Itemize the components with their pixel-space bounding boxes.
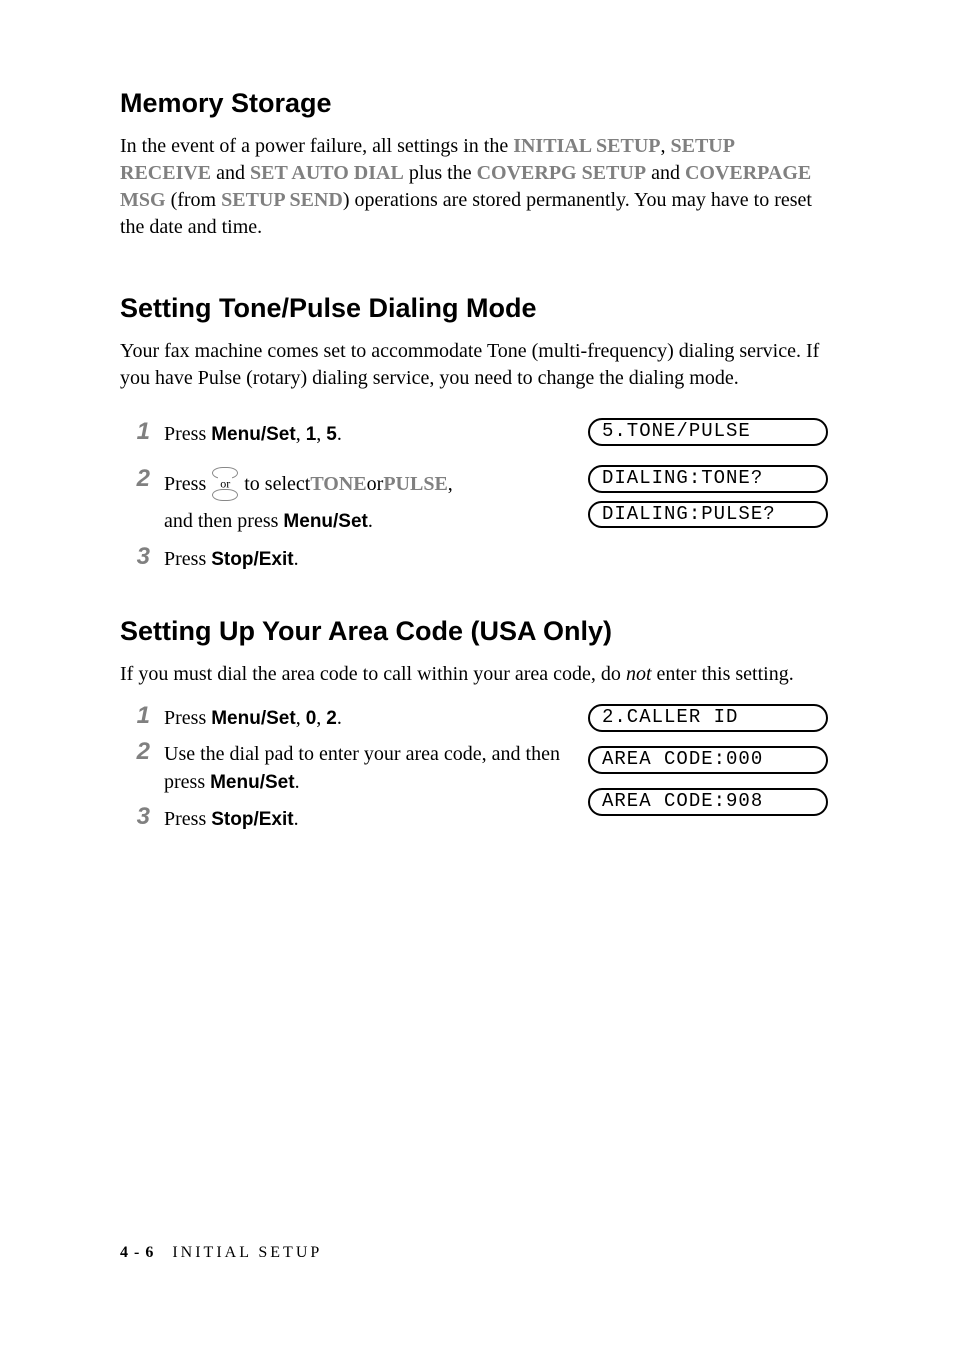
text: to select (244, 470, 310, 498)
text: Press (164, 707, 211, 729)
step-row-3: 3 Press Stop/Exit. (120, 543, 828, 574)
text-italic-not: not (626, 663, 652, 685)
step-number: 2 (120, 465, 150, 536)
text: , (448, 470, 453, 498)
step-number: 1 (120, 702, 150, 731)
text: , (660, 135, 670, 157)
key-0: 0 (306, 708, 317, 729)
step-number: 3 (120, 803, 150, 832)
key-5: 5 (326, 424, 337, 445)
text: . (368, 510, 373, 532)
keyword-tone: TONE (310, 470, 366, 498)
key-2: 2 (326, 708, 337, 729)
step-text: Press Menu/Set, 1, 5. (164, 418, 572, 449)
up-down-or-icon: or (210, 467, 240, 501)
key-menu-set: Menu/Set (211, 708, 295, 729)
lcd-display: 5.TONE/PULSE (588, 418, 828, 446)
keyword-setup-send: SETUP SEND (221, 189, 343, 211)
step-row-2: 2 Press or to select TONE or PULSE, and … (120, 465, 828, 536)
text: . (295, 771, 300, 793)
text: In the event of a power failure, all set… (120, 135, 513, 157)
step-number: 3 (120, 543, 150, 572)
text: , (316, 707, 326, 729)
key-menu-set: Menu/Set (283, 511, 367, 532)
key-menu-set: Menu/Set (210, 772, 294, 793)
page-content: Memory Storage In the event of a power f… (120, 88, 828, 844)
text: , (296, 423, 306, 445)
text: Press (164, 548, 211, 570)
area-code-steps-block: 1 Press Menu/Set, 0, 2. 2 Use the dial p… (120, 702, 828, 844)
text: If you must dial the area code to call w… (120, 663, 626, 685)
lcd-display: 2.CALLER ID (588, 704, 828, 732)
step-number: 2 (120, 738, 150, 767)
paragraph-memory: In the event of a power failure, all set… (120, 133, 828, 241)
paragraph-area-code: If you must dial the area code to call w… (120, 661, 828, 688)
text: Press (164, 470, 206, 498)
step-text: Use the dial pad to enter your area code… (164, 738, 572, 797)
lcd-display: AREA CODE:908 (588, 788, 828, 816)
paragraph-tone-pulse: Your fax machine comes set to accommodat… (120, 338, 828, 392)
step-number: 1 (120, 418, 150, 449)
chapter-title: INITIAL SETUP (172, 1244, 322, 1261)
text: and (646, 162, 685, 184)
keyword-coverpg-setup: COVERPG SETUP (477, 162, 646, 184)
heading-area-code: Setting Up Your Area Code (USA Only) (120, 616, 828, 647)
keyword-set-auto-dial: SET AUTO DIAL (250, 162, 404, 184)
step-row-2: 2 Use the dial pad to enter your area co… (120, 738, 572, 797)
key-stop-exit: Stop/Exit (211, 809, 293, 830)
step-row-1: 1 Press Menu/Set, 1, 5. 5.TONE/PULSE (120, 418, 828, 449)
lcd-display: DIALING:PULSE? (588, 501, 828, 529)
step-text: Press Stop/Exit. (164, 803, 572, 834)
step-row-3: 3 Press Stop/Exit. (120, 803, 572, 834)
heading-memory-storage: Memory Storage (120, 88, 828, 119)
heading-tone-pulse: Setting Tone/Pulse Dialing Mode (120, 293, 828, 324)
text: , (296, 707, 306, 729)
key-stop-exit: Stop/Exit (211, 549, 293, 570)
text: and then press (164, 510, 283, 532)
text: , (316, 423, 326, 445)
key-menu-set: Menu/Set (211, 424, 295, 445)
step-text: Press Menu/Set, 0, 2. (164, 702, 572, 733)
text: or (367, 470, 384, 498)
text: . (337, 707, 342, 729)
lcd-display: AREA CODE:000 (588, 746, 828, 774)
keyword-initial-setup: INITIAL SETUP (513, 135, 660, 157)
step-text: Press Stop/Exit. (164, 543, 828, 574)
text: Press (164, 423, 211, 445)
lcd-display: DIALING:TONE? (588, 465, 828, 493)
text: . (294, 808, 299, 830)
text: . (294, 548, 299, 570)
key-1: 1 (306, 424, 317, 445)
text: (from (166, 189, 222, 211)
step-text: Press or to select TONE or PULSE, and th… (164, 465, 572, 536)
page-footer: 4 - 6 INITIAL SETUP (120, 1244, 322, 1262)
text: plus the (404, 162, 477, 184)
text: and (211, 162, 250, 184)
text: Press (164, 808, 211, 830)
text: enter this setting. (652, 663, 794, 685)
page-number: 4 - 6 (120, 1244, 154, 1261)
step-row-1: 1 Press Menu/Set, 0, 2. (120, 702, 572, 733)
text: . (337, 423, 342, 445)
keyword-pulse: PULSE (383, 470, 447, 498)
